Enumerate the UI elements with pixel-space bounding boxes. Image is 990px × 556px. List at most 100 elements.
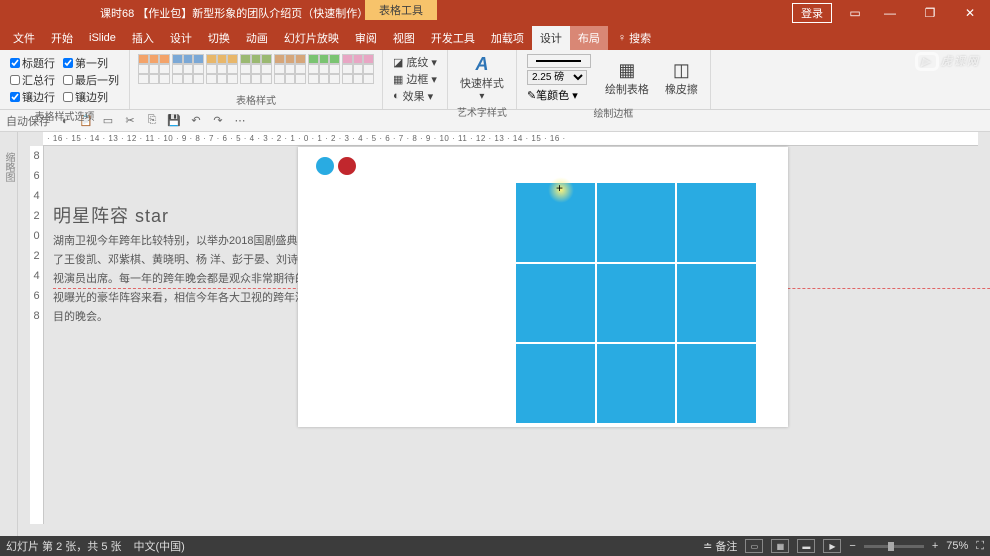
group-label-wordart: 艺术字样式 [454,104,510,121]
menu-animation[interactable]: 动画 [238,26,276,50]
horizontal-ruler: · 16 · 15 · 14 · 13 · 12 · 11 · 10 · 9 ·… [43,132,978,146]
menu-table-layout[interactable]: 布局 [570,26,608,50]
table-style-7[interactable] [342,54,374,84]
menu-dev[interactable]: 开发工具 [423,26,483,50]
restore-button[interactable]: ❐ [910,0,950,26]
zoom-level[interactable]: 75% [946,540,968,552]
shading-dropdown[interactable]: ◪底纹 ▾ [393,54,437,70]
draw-table-button[interactable]: ▦绘制表格 [599,52,655,105]
table-styles-gallery[interactable] [136,52,376,86]
view-reading-icon[interactable]: ▬ [797,539,815,553]
slide-canvas-area[interactable]: · 16 · 15 · 14 · 13 · 12 · 11 · 10 · 9 ·… [18,132,990,536]
fit-window-icon[interactable]: ⛶ [976,540,984,553]
paint-bucket-icon: ◪ [393,56,403,69]
menu-insert[interactable]: 插入 [124,26,162,50]
qat-more-icon[interactable]: ⋯ [232,113,248,129]
menu-start[interactable]: 开始 [43,26,81,50]
table-cell[interactable] [597,344,676,423]
zoom-in-button[interactable]: + [932,540,938,552]
chk-banded-col[interactable]: 镶边列 [63,89,108,105]
pen-style-dropdown[interactable] [527,54,591,68]
chk-header-row[interactable]: 标题行 [10,55,55,71]
table-cell[interactable] [516,264,595,343]
effect-dropdown[interactable]: ◐效果 ▾ [393,88,437,104]
table-cell[interactable] [677,264,756,343]
chk-first-col[interactable]: 第一列 [63,55,108,71]
ribbon-group-table-styles: 表格样式 [130,50,383,109]
login-button[interactable]: 登录 [792,3,832,23]
menu-design[interactable]: 设计 [162,26,200,50]
eraser-icon: ◫ [673,60,690,81]
view-normal-icon[interactable]: ▭ [745,539,763,553]
ribbon-group-draw-border: 2.25 磅 ✎笔颜色 ▾ ▦绘制表格 ◫橡皮擦 绘制边框 [517,50,711,109]
work-area: 缩略图 · 16 · 15 · 14 · 13 · 12 · 11 · 10 ·… [0,132,990,536]
group-label-draw-border: 绘制边框 [523,105,704,122]
qat-undo-icon[interactable]: ↶ [188,113,204,129]
cursor-highlight [548,177,574,203]
qat-save-icon[interactable]: 💾 [166,113,182,129]
chk-summary-row[interactable]: 汇总行 [10,72,55,88]
menu-table-design[interactable]: 设计 [532,26,570,50]
menu-file[interactable]: 文件 [5,26,43,50]
draw-table-icon: ▦ [618,60,635,81]
effect-icon: ◐ [393,90,400,102]
slide-title-text[interactable]: 明星阵容 star [53,202,169,228]
qat-cut-icon[interactable]: ✂ [122,113,138,129]
view-sorter-icon[interactable]: ▦ [771,539,789,553]
slide[interactable] [298,147,788,427]
color-swatch-red[interactable] [338,157,356,175]
table-style-4[interactable] [240,54,272,84]
pen-width-select[interactable]: 2.25 磅 [527,70,587,85]
color-swatch-blue[interactable] [316,157,334,175]
eraser-button[interactable]: ◫橡皮擦 [659,52,704,105]
table-style-1[interactable] [138,54,170,84]
minimize-button[interactable]: — [870,0,910,26]
group-label-table-styles: 表格样式 [136,92,376,109]
tell-me-search[interactable]: ♀搜索 [618,30,651,46]
ribbon-group-shading: ◪底纹 ▾ ▦边框 ▾ ◐效果 ▾ [383,50,448,109]
ribbon: 标题行 第一列 汇总行 最后一列 镶边行 镶边列 表格样式选项 表格样式 [0,50,990,110]
chk-banded-row[interactable]: 镶边行 [10,89,55,105]
menu-review[interactable]: 审阅 [347,26,385,50]
status-slide-info: 幻灯片 第 2 张，共 5 张 [6,538,122,554]
menu-transition[interactable]: 切换 [200,26,238,50]
status-notes[interactable]: ≐ 备注 [703,538,737,554]
menu-slideshow[interactable]: 幻灯片放映 [276,26,347,50]
close-button[interactable]: ✕ [950,0,990,26]
table-style-2[interactable] [172,54,204,84]
vertical-ruler: 864202468 [30,146,44,524]
border-icon: ▦ [393,73,403,86]
table-style-3[interactable] [206,54,238,84]
pen-color-dropdown[interactable]: ✎笔颜色 ▾ [527,87,591,103]
ribbon-options-icon[interactable]: ▭ [840,0,870,26]
table-style-6[interactable] [308,54,340,84]
border-dropdown[interactable]: ▦边框 ▾ [393,71,437,87]
quick-style-button[interactable]: A 快速样式▾ [454,52,510,104]
status-lang[interactable]: 中文(中国) [134,538,185,554]
view-slideshow-icon[interactable]: ▶ [823,539,841,553]
zoom-slider[interactable] [864,545,924,548]
qat-copy-icon[interactable]: ⎘ [144,113,160,129]
menu-bar: 文件 开始 iSlide 插入 设计 切换 动画 幻灯片放映 审阅 视图 开发工… [0,26,990,50]
outline-label: 缩略图 [1,152,16,182]
qat-redo-icon[interactable]: ↷ [210,113,226,129]
chk-last-col[interactable]: 最后一列 [63,72,119,88]
menu-view[interactable]: 视图 [385,26,423,50]
pen-icon: ✎ [527,90,536,102]
search-icon: ♀ [618,32,626,44]
menu-islide[interactable]: iSlide [81,28,124,48]
zoom-out-button[interactable]: − [849,540,855,552]
slide-table[interactable] [516,183,756,423]
table-cell[interactable] [677,344,756,423]
title-bar: 表格工具 课时68 【作业包】新型形象的团队介绍页（快速制作） 登录 ▭ — ❐… [0,0,990,26]
outline-pane-collapsed[interactable]: 缩略图 [0,132,18,536]
status-bar: 幻灯片 第 2 张，共 5 张 中文(中国) ≐ 备注 ▭ ▦ ▬ ▶ − + … [0,536,990,556]
table-style-5[interactable] [274,54,306,84]
table-cell[interactable] [597,264,676,343]
menu-addin[interactable]: 加载项 [483,26,532,50]
table-cell[interactable] [516,344,595,423]
table-cell[interactable] [597,183,676,262]
table-cell[interactable] [677,183,756,262]
ribbon-group-wordart: A 快速样式▾ 艺术字样式 [448,50,517,109]
tabletools-context-label: 表格工具 [365,0,437,20]
